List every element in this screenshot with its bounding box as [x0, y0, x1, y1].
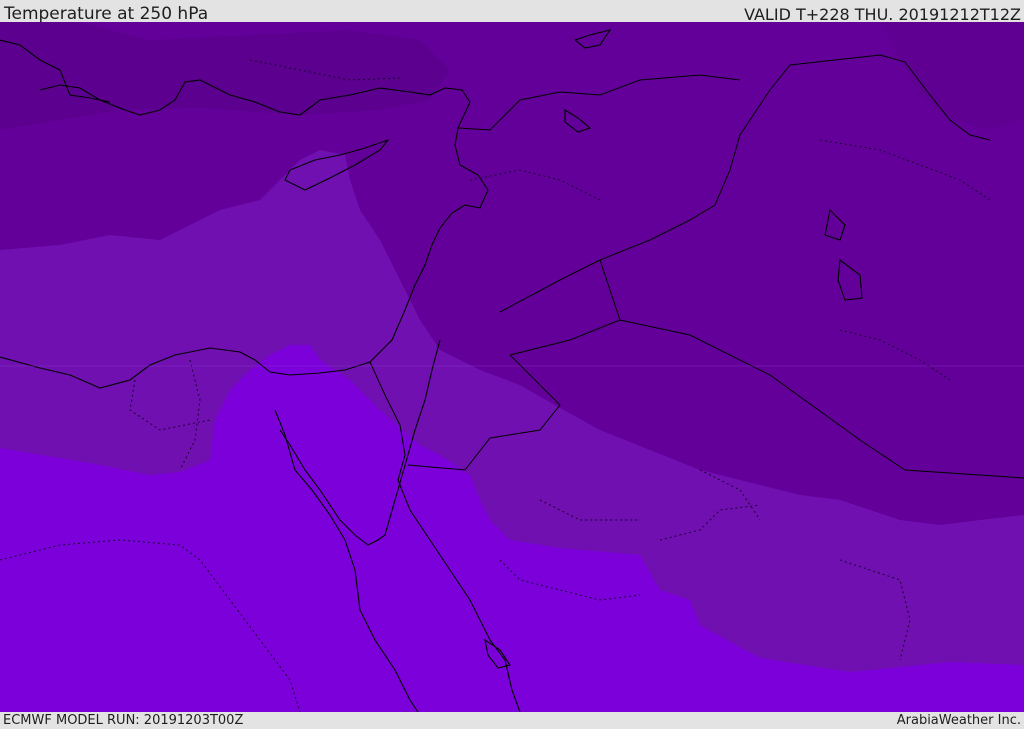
map-canvas	[0, 22, 1024, 712]
temperature-map[interactable]	[0, 22, 1024, 712]
footer-bar: ECMWF MODEL RUN: 20191203T00Z ArabiaWeat…	[0, 712, 1024, 729]
map-title: Temperature at 250 hPa	[4, 4, 209, 24]
credit-label: ArabiaWeather Inc.	[896, 713, 1021, 728]
model-run-label: ECMWF MODEL RUN: 20191203T00Z	[3, 713, 244, 728]
header-bar: Temperature at 250 hPa VALID T+228 THU. …	[0, 0, 1024, 24]
